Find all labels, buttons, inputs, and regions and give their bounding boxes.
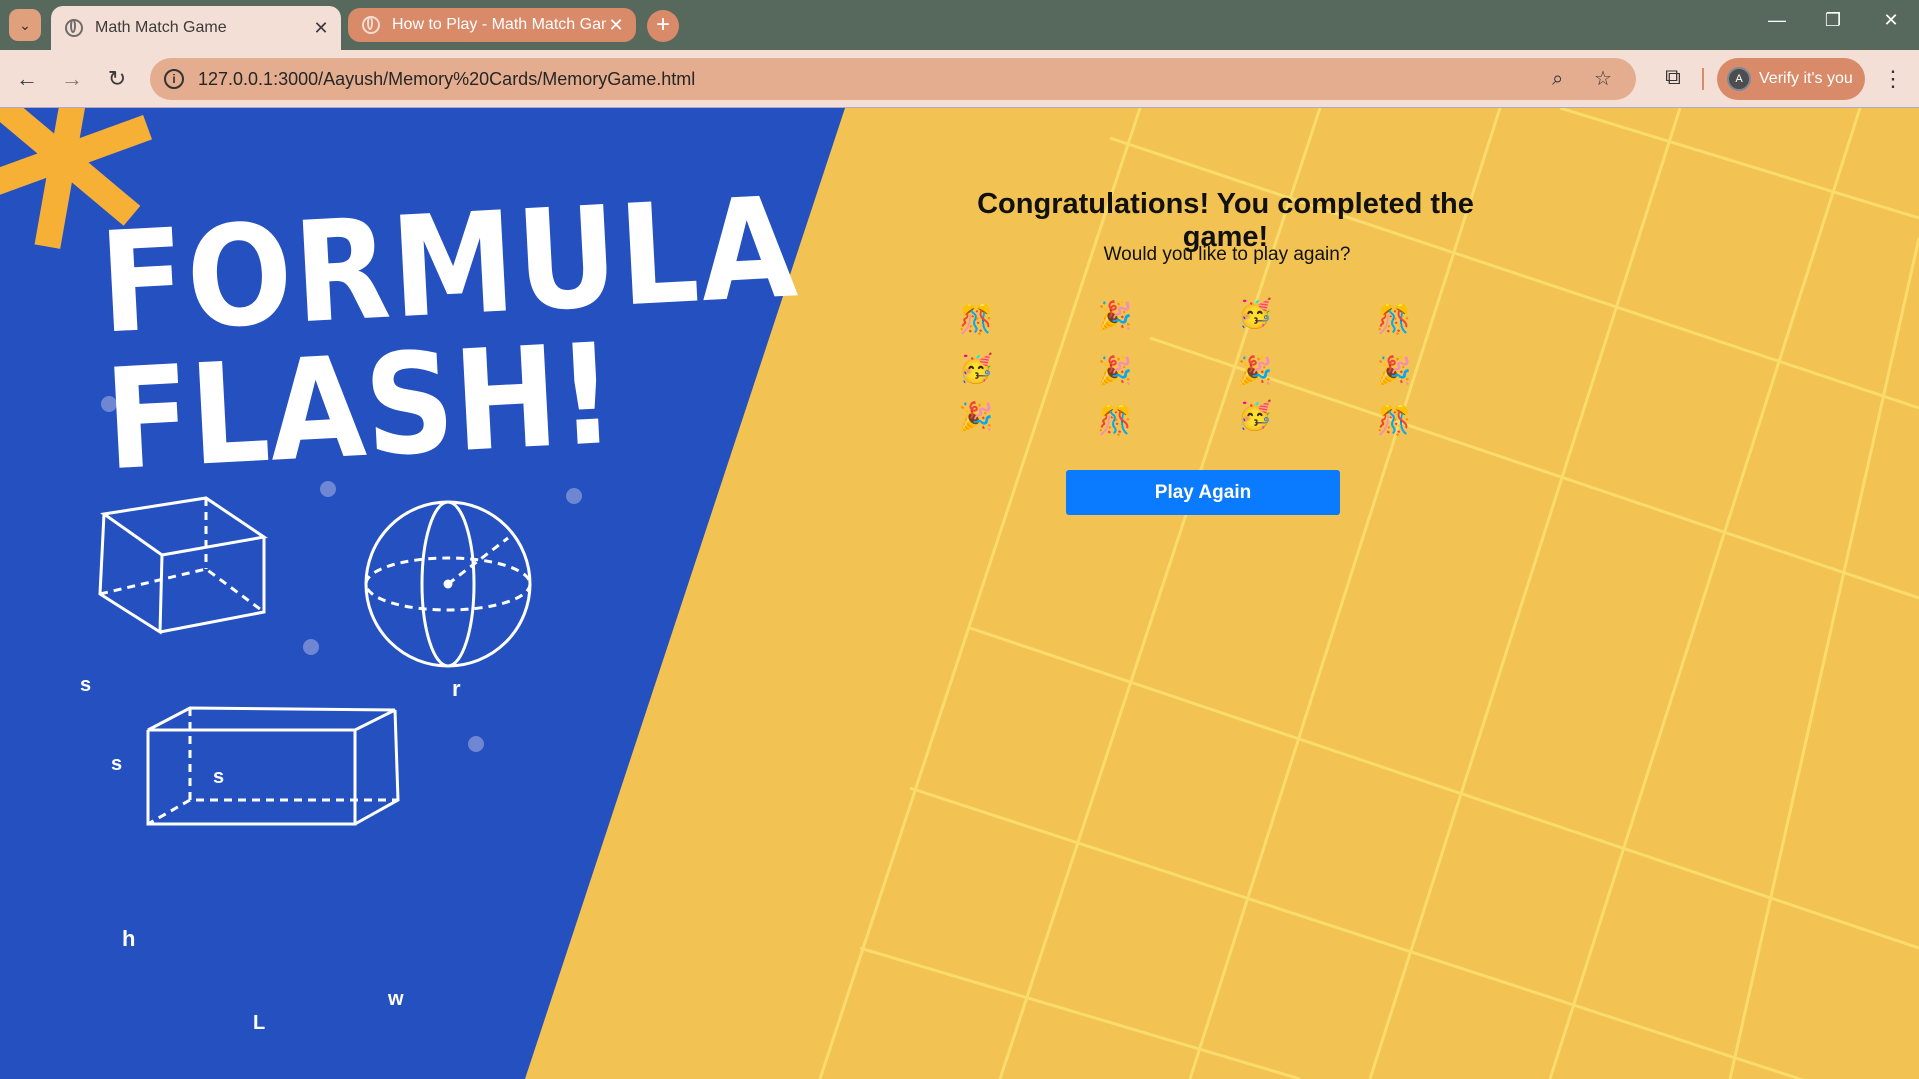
prism-label-width: w	[388, 988, 404, 1010]
toolbar-divider	[1702, 68, 1704, 90]
card-r1c4: 🎊	[1376, 303, 1412, 336]
extensions-icon[interactable]: ⧉	[1658, 64, 1688, 94]
poster-title: FORMULA FLASH!	[96, 168, 802, 502]
card-r3c3: 🥳	[1237, 399, 1273, 432]
new-tab-button[interactable]: +	[647, 10, 679, 42]
forward-icon[interactable]: →	[57, 64, 87, 94]
cube-label-side: s	[80, 674, 92, 696]
card-r3c4: 🎊	[1376, 404, 1412, 437]
tab-title: How to Play - Math Match Game	[392, 16, 606, 33]
card-r3c2: 🎊	[1097, 404, 1133, 437]
card-r2c1: 🥳	[958, 352, 994, 385]
avatar: A	[1727, 67, 1751, 91]
tab-search-icon[interactable]: ⌄	[9, 9, 41, 41]
profile-button[interactable]: A Verify it's you	[1717, 58, 1865, 100]
globe-icon	[362, 16, 380, 34]
card-r2c2: 🎉	[1097, 354, 1133, 387]
info-icon[interactable]: i	[164, 69, 184, 89]
browser-toolbar: ← → ↻ i 127.0.0.1:3000/Aayush/Memory%20C…	[0, 50, 1919, 108]
url-text: 127.0.0.1:3000/Aayush/Memory%20Cards/Mem…	[198, 68, 696, 89]
card-r2c4: 🎉	[1376, 354, 1412, 387]
cube-label-bottom-left: s	[111, 753, 123, 775]
close-icon[interactable]: ✕	[311, 18, 331, 39]
close-icon[interactable]: ✕	[606, 15, 626, 36]
poster-title-line2: FLASH!	[101, 314, 619, 502]
card-r1c3: 🥳	[1237, 297, 1273, 330]
reload-icon[interactable]: ↻	[102, 64, 132, 94]
bookmark-star-icon[interactable]: ☆	[1594, 58, 1612, 100]
back-icon[interactable]: ←	[12, 64, 42, 94]
window-close-icon[interactable]: ✕	[1871, 10, 1911, 31]
tab-how-to-play[interactable]: How to Play - Math Match Game ✕	[348, 8, 636, 42]
kebab-menu-icon[interactable]: ⋮	[1880, 64, 1906, 94]
card-r1c1: 🎊	[958, 303, 994, 336]
restore-icon[interactable]: ❐	[1813, 10, 1853, 31]
tab-strip: ⌄ Math Match Game ✕ How to Play - Math M…	[0, 0, 1919, 50]
tab-title: Math Match Game	[95, 19, 227, 36]
prism-label-length: L	[253, 1012, 266, 1034]
cube-label-bottom-right: s	[213, 766, 225, 788]
profile-label: Verify it's you	[1759, 70, 1853, 87]
address-bar[interactable]: i 127.0.0.1:3000/Aayush/Memory%20Cards/M…	[150, 58, 1636, 100]
play-again-button[interactable]: Play Again	[1066, 470, 1340, 515]
prism-label-height: h	[122, 926, 136, 951]
card-r2c3: 🎉	[1237, 354, 1273, 387]
tab-math-match-game[interactable]: Math Match Game ✕	[51, 6, 341, 50]
minimize-icon[interactable]: —	[1757, 10, 1797, 31]
card-r1c2: 🎉	[1097, 299, 1133, 332]
card-r3c1: 🎉	[958, 400, 994, 433]
zoom-icon[interactable]: ⌕	[1552, 58, 1563, 100]
globe-icon	[65, 19, 83, 37]
play-again-prompt: Would you like to play again?	[1103, 244, 1351, 265]
page-content: FORMULA FLASH! s s s r h L w Congratulat…	[0, 108, 1919, 1079]
sphere-label-radius: r	[452, 676, 461, 701]
